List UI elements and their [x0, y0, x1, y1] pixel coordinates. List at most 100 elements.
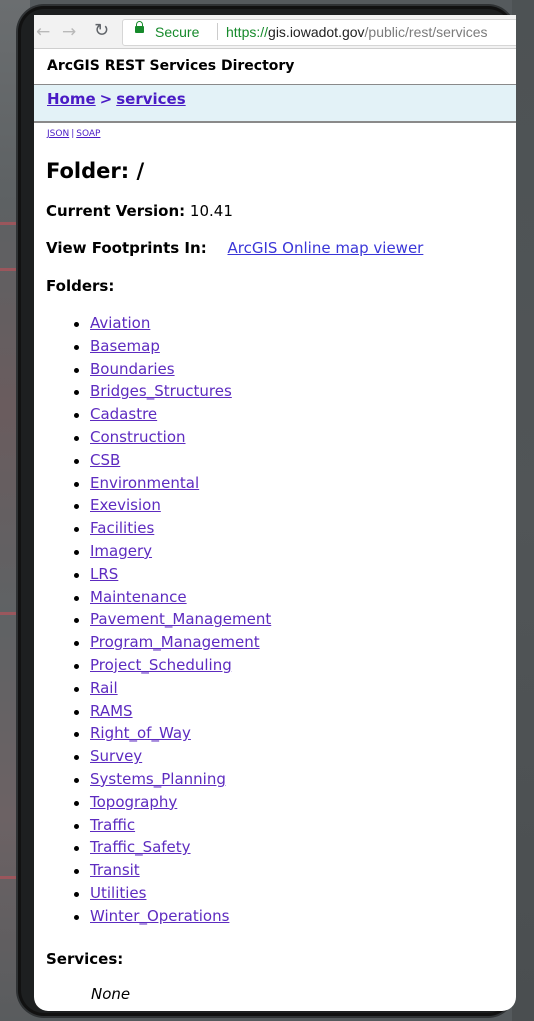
- folder-list-item: Bridges_Structures: [74, 380, 516, 403]
- bullet-icon: [74, 663, 79, 669]
- folder-list-item: Rail: [74, 677, 516, 700]
- folder-link[interactable]: Transit: [90, 861, 140, 879]
- folder-list-item: Construction: [74, 426, 516, 449]
- folder-list-item: Traffic_Safety: [74, 836, 516, 859]
- folder-link[interactable]: Environmental: [90, 474, 199, 492]
- browser-screen: ← → ↻ Secure https://gis.iowadot.gov/pub…: [34, 15, 516, 1011]
- view-footprints: View Footprints In: ArcGIS Online map vi…: [46, 239, 516, 257]
- folder-link[interactable]: Right_of_Way: [90, 724, 191, 742]
- folder-link[interactable]: Systems_Planning: [90, 770, 226, 788]
- folder-list-item: Utilities: [74, 882, 516, 905]
- browser-toolbar: ← → ↻ Secure https://gis.iowadot.gov/pub…: [34, 15, 516, 49]
- back-arrow-icon[interactable]: ←: [36, 22, 50, 42]
- folder-link[interactable]: Maintenance: [90, 588, 187, 606]
- services-heading: Services:: [46, 949, 124, 968]
- folder-link[interactable]: Traffic_Safety: [90, 838, 191, 856]
- bullet-icon: [74, 572, 79, 578]
- folder-link[interactable]: Exevision: [90, 496, 161, 514]
- services-none: None: [91, 984, 131, 1003]
- folder-list-item: Facilities: [74, 517, 516, 540]
- folder-list-item: Basemap: [74, 335, 516, 358]
- folder-list-item: LRS: [74, 563, 516, 586]
- folder-link[interactable]: CSB: [90, 451, 120, 469]
- bullet-icon: [74, 891, 79, 897]
- folder-list-item: Topography: [74, 791, 516, 814]
- bullet-icon: [74, 823, 79, 829]
- folder-link[interactable]: Construction: [90, 428, 186, 446]
- arcgis-online-viewer-link[interactable]: ArcGIS Online map viewer: [227, 239, 423, 257]
- bullet-icon: [74, 732, 79, 738]
- bullet-icon: [74, 344, 79, 350]
- bullet-icon: [74, 755, 79, 761]
- url-text[interactable]: https://gis.iowadot.gov/public/rest/serv…: [226, 24, 487, 40]
- folder-link[interactable]: Pavement_Management: [90, 610, 271, 628]
- bullet-icon: [74, 777, 79, 783]
- folder-link[interactable]: Basemap: [90, 337, 160, 355]
- folder-list-item: Environmental: [74, 472, 516, 495]
- bullet-icon: [74, 527, 79, 533]
- bullet-icon: [74, 367, 79, 373]
- folder-list-item: Right_of_Way: [74, 722, 516, 745]
- bullet-icon: [74, 709, 79, 715]
- folder-link[interactable]: Program_Management: [90, 633, 260, 651]
- bullet-icon: [74, 322, 79, 327]
- url-host: gis.iowadot.gov: [268, 24, 365, 40]
- lock-icon: [135, 21, 144, 33]
- folder-link[interactable]: Winter_Operations: [90, 907, 229, 925]
- current-version-value: 10.41: [189, 202, 233, 220]
- folder-list-item: Exevision: [74, 494, 516, 517]
- secure-label: Secure: [155, 24, 200, 40]
- bullet-icon: [74, 846, 79, 852]
- bullet-icon: [74, 435, 79, 441]
- folder-list-item: CSB: [74, 449, 516, 472]
- page-title: Folder: /: [46, 159, 145, 183]
- current-version: Current Version: 10.41: [46, 202, 516, 220]
- bullet-icon: [74, 618, 79, 624]
- folder-link[interactable]: Facilities: [90, 519, 154, 537]
- folder-link[interactable]: Project_Scheduling: [90, 656, 232, 674]
- folder-list-item: Systems_Planning: [74, 768, 516, 791]
- folders-list: Aviation Basemap Boundaries Bridges_Structu…: [34, 312, 516, 928]
- folder-list-item: Traffic: [74, 814, 516, 837]
- folder-link[interactable]: LRS: [90, 565, 118, 583]
- format-separator: |: [71, 129, 75, 139]
- reload-icon[interactable]: ↻: [94, 20, 109, 41]
- bullet-icon: [74, 869, 79, 875]
- page-content: ArcGIS REST Services Directory Home > serv…: [34, 48, 516, 1003]
- bullet-icon: [74, 481, 79, 487]
- bullet-icon: [74, 800, 79, 806]
- folder-link[interactable]: Cadastre: [90, 405, 157, 423]
- folder-list-item: Maintenance: [74, 586, 516, 609]
- folder-list-item: Winter_Operations: [74, 905, 516, 928]
- folder-link[interactable]: Rail: [90, 679, 118, 697]
- bullet-icon: [74, 504, 79, 510]
- folder-link[interactable]: Imagery: [90, 542, 152, 560]
- bullet-icon: [74, 686, 79, 692]
- folder-list-item: Survey: [74, 745, 516, 768]
- folder-link[interactable]: Survey: [90, 747, 142, 765]
- directory-title: ArcGIS REST Services Directory: [34, 48, 516, 85]
- folder-list-item: Program_Management: [74, 631, 516, 654]
- folder-list-item: RAMS: [74, 700, 516, 723]
- soap-link[interactable]: SOAP: [76, 129, 100, 139]
- folder-list-item: Cadastre: [74, 403, 516, 426]
- address-bar[interactable]: Secure https://gis.iowadot.gov/public/re…: [122, 19, 516, 46]
- url-scheme: https://: [226, 24, 269, 40]
- breadcrumb-separator: >: [99, 90, 113, 108]
- folder-link[interactable]: Boundaries: [90, 360, 175, 378]
- folder-link[interactable]: Topography: [90, 793, 177, 811]
- folder-link[interactable]: Bridges_Structures: [90, 382, 232, 400]
- forward-arrow-icon[interactable]: →: [62, 22, 76, 42]
- folder-link[interactable]: Utilities: [90, 884, 146, 902]
- breadcrumb: Home > services: [34, 85, 516, 123]
- json-link[interactable]: JSON: [47, 129, 69, 139]
- folder-link[interactable]: Traffic: [90, 816, 135, 834]
- breadcrumb-services-link[interactable]: services: [116, 90, 185, 108]
- folder-link[interactable]: RAMS: [90, 702, 133, 720]
- bullet-icon: [74, 595, 79, 601]
- format-links: JSON | SOAP: [47, 129, 516, 139]
- folder-list-item: Boundaries: [74, 358, 516, 381]
- folder-link[interactable]: Aviation: [90, 314, 150, 332]
- folder-list-item: Imagery: [74, 540, 516, 563]
- breadcrumb-home-link[interactable]: Home: [47, 90, 96, 108]
